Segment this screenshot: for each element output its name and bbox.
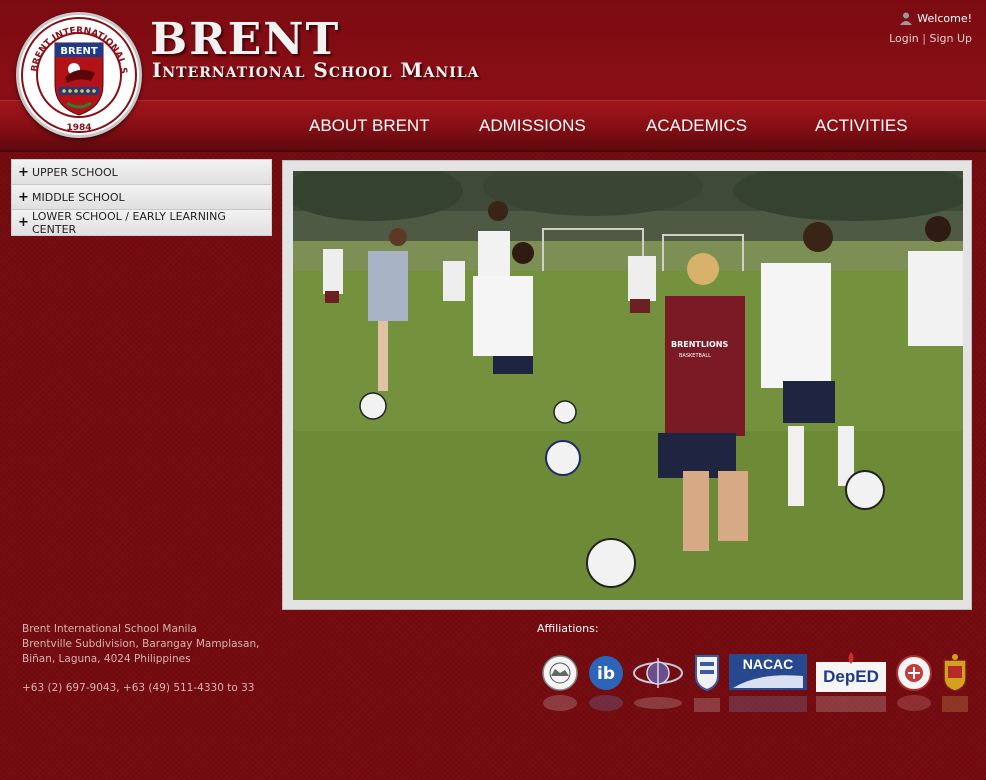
signup-link[interactable]: Sign Up (929, 32, 972, 45)
nav-item-about-brent[interactable]: ABOUT BRENT (309, 116, 430, 136)
welcome-line: Welcome! (899, 11, 972, 25)
address-line: Brent International School Manila (22, 623, 197, 635)
site-header: BRENT INTERNATIONAL SCHOOL, MANILA BRENT… (0, 0, 986, 152)
deped-logo-text: DepED (823, 667, 879, 686)
logo-emblem-icon: BRENT INTERNATIONAL SCHOOL, MANILA BRENT… (19, 15, 137, 133)
affiliation-ib-icon[interactable]: ib (587, 654, 625, 696)
school-logo[interactable]: BRENT INTERNATIONAL SCHOOL, MANILA BRENT… (16, 12, 142, 138)
affiliation-globe-icon[interactable] (632, 654, 684, 696)
expand-plus-icon: + (18, 215, 29, 230)
affiliation-round-seal-icon[interactable] (895, 654, 933, 696)
jersey-subtext: BASKETBALL (679, 353, 711, 359)
expand-plus-icon: + (18, 164, 29, 180)
site-subtitle: International School Manila (152, 58, 480, 82)
ib-logo-text: ib (597, 664, 615, 684)
expand-plus-icon: + (18, 189, 29, 205)
logo-year: 1984 (66, 123, 91, 133)
footer-address: Brent International School Manila Brentv… (22, 622, 259, 667)
hero-photo-soccer-practice: BRENTLIONS BASKETBALL (293, 171, 963, 600)
affiliation-shield-icon[interactable] (694, 654, 720, 696)
logo-shield-text: BRENT (60, 46, 98, 57)
user-icon (899, 11, 913, 25)
jersey-text: BRENTLIONS (671, 340, 728, 349)
address-line: Biñan, Laguna, 4024 Philippines (22, 653, 191, 665)
nacac-logo-text: NACAC (743, 656, 794, 672)
user-box: Welcome! Login | Sign Up (889, 10, 972, 46)
sidebar-item-label: LOWER SCHOOL / EARLY LEARNING CENTER (32, 209, 226, 236)
sidebar-item-label: UPPER SCHOOL (32, 165, 118, 179)
address-line: Brentville Subdivision, Barangay Mamplas… (22, 638, 260, 650)
sidebar-item-label: MIDDLE SCHOOL (32, 190, 125, 204)
nav-item-admissions[interactable]: ADMISSIONS (479, 116, 586, 136)
footer-phone: +63 (2) 697-9043, +63 (49) 511-4330 to 3… (22, 682, 255, 694)
affiliation-deped-icon[interactable]: DepED (816, 652, 886, 696)
auth-links: Login | Sign Up (889, 32, 972, 45)
sidebar-item-upper-school[interactable]: + UPPER SCHOOL (12, 160, 271, 185)
sidebar-menu: + UPPER SCHOOL + MIDDLE SCHOOL + LOWER S… (11, 159, 272, 236)
affiliation-seal-icon[interactable] (541, 654, 579, 696)
affiliations-label: Affiliations: (537, 622, 599, 635)
hero-photo-frame: BRENTLIONS BASKETBALL (282, 160, 972, 610)
affiliations-reflection (541, 694, 971, 712)
auth-separator: | (922, 32, 926, 45)
nav-item-academics[interactable]: ACADEMICS (646, 116, 747, 136)
sidebar-item-middle-school[interactable]: + MIDDLE SCHOOL (12, 185, 271, 210)
nav-item-activities[interactable]: ACTIVITIES (815, 116, 908, 136)
sidebar-item-lower-school[interactable]: + LOWER SCHOOL / EARLY LEARNING CENTER (12, 209, 271, 236)
affiliation-nacac-icon[interactable]: NACAC (729, 654, 807, 694)
welcome-text: Welcome! (917, 11, 972, 25)
login-link[interactable]: Login (889, 32, 919, 45)
affiliation-crest-icon[interactable] (942, 654, 968, 696)
